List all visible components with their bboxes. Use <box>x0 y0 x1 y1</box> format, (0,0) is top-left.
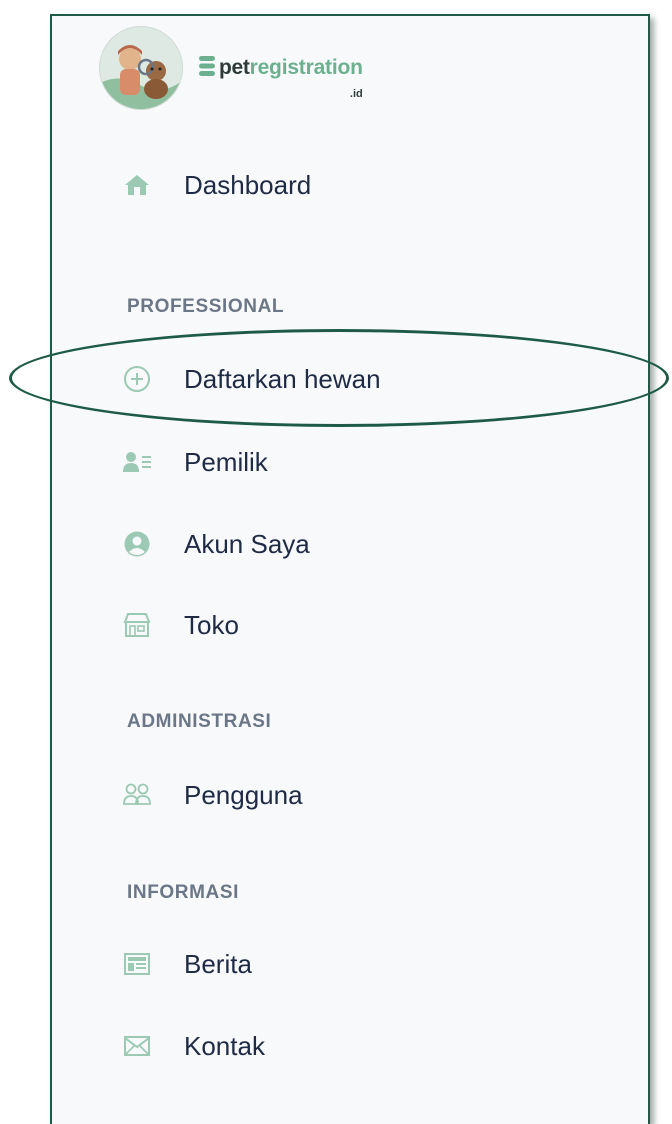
sidebar: pet registration .id Dashboard PROFESSIO… <box>50 14 650 1124</box>
nav-item-toko[interactable]: Toko <box>122 603 239 647</box>
nav-item-akun-saya[interactable]: Akun Saya <box>122 522 310 566</box>
avatar-illustration <box>100 27 182 109</box>
section-title-informasi: INFORMASI <box>127 882 240 903</box>
store-icon <box>122 610 152 640</box>
logo-mark-icon <box>198 54 216 83</box>
envelope-icon <box>122 1031 152 1061</box>
brand-name-pet: pet <box>219 56 250 79</box>
nav-item-dashboard[interactable]: Dashboard <box>122 163 311 207</box>
brand-name-registration: registration <box>249 56 363 79</box>
news-icon <box>122 949 152 979</box>
home-icon <box>122 170 152 200</box>
avatar <box>100 27 182 109</box>
nav-label-pengguna: Pengguna <box>184 779 303 810</box>
nav-item-pemilik[interactable]: Pemilik <box>122 440 268 484</box>
brand-logo: pet registration .id <box>198 48 363 100</box>
users-icon <box>122 780 152 810</box>
brand-tld: .id <box>349 88 363 100</box>
nav-item-kontak[interactable]: Kontak <box>122 1024 265 1068</box>
nav-item-pengguna[interactable]: Pengguna <box>122 773 303 817</box>
nav-label-pemilik: Pemilik <box>184 446 268 477</box>
nav-label-berita: Berita <box>184 948 252 979</box>
plus-circle-icon <box>122 364 152 394</box>
nav-label-daftarkan-hewan: Daftarkan hewan <box>184 363 381 394</box>
section-title-professional: PROFESSIONAL <box>127 296 285 317</box>
nav-label-akun-saya: Akun Saya <box>184 528 310 559</box>
nav-label-kontak: Kontak <box>184 1030 265 1061</box>
nav-label-dashboard: Dashboard <box>184 169 312 200</box>
nav-item-berita[interactable]: Berita <box>122 942 252 986</box>
owner-list-icon <box>122 447 152 477</box>
user-circle-icon <box>122 529 152 559</box>
logo-row[interactable]: pet registration .id <box>100 26 363 110</box>
section-title-administrasi: ADMINISTRASI <box>127 711 272 732</box>
nav-item-daftarkan-hewan[interactable]: Daftarkan hewan <box>122 357 381 401</box>
nav-label-toko: Toko <box>184 609 239 640</box>
